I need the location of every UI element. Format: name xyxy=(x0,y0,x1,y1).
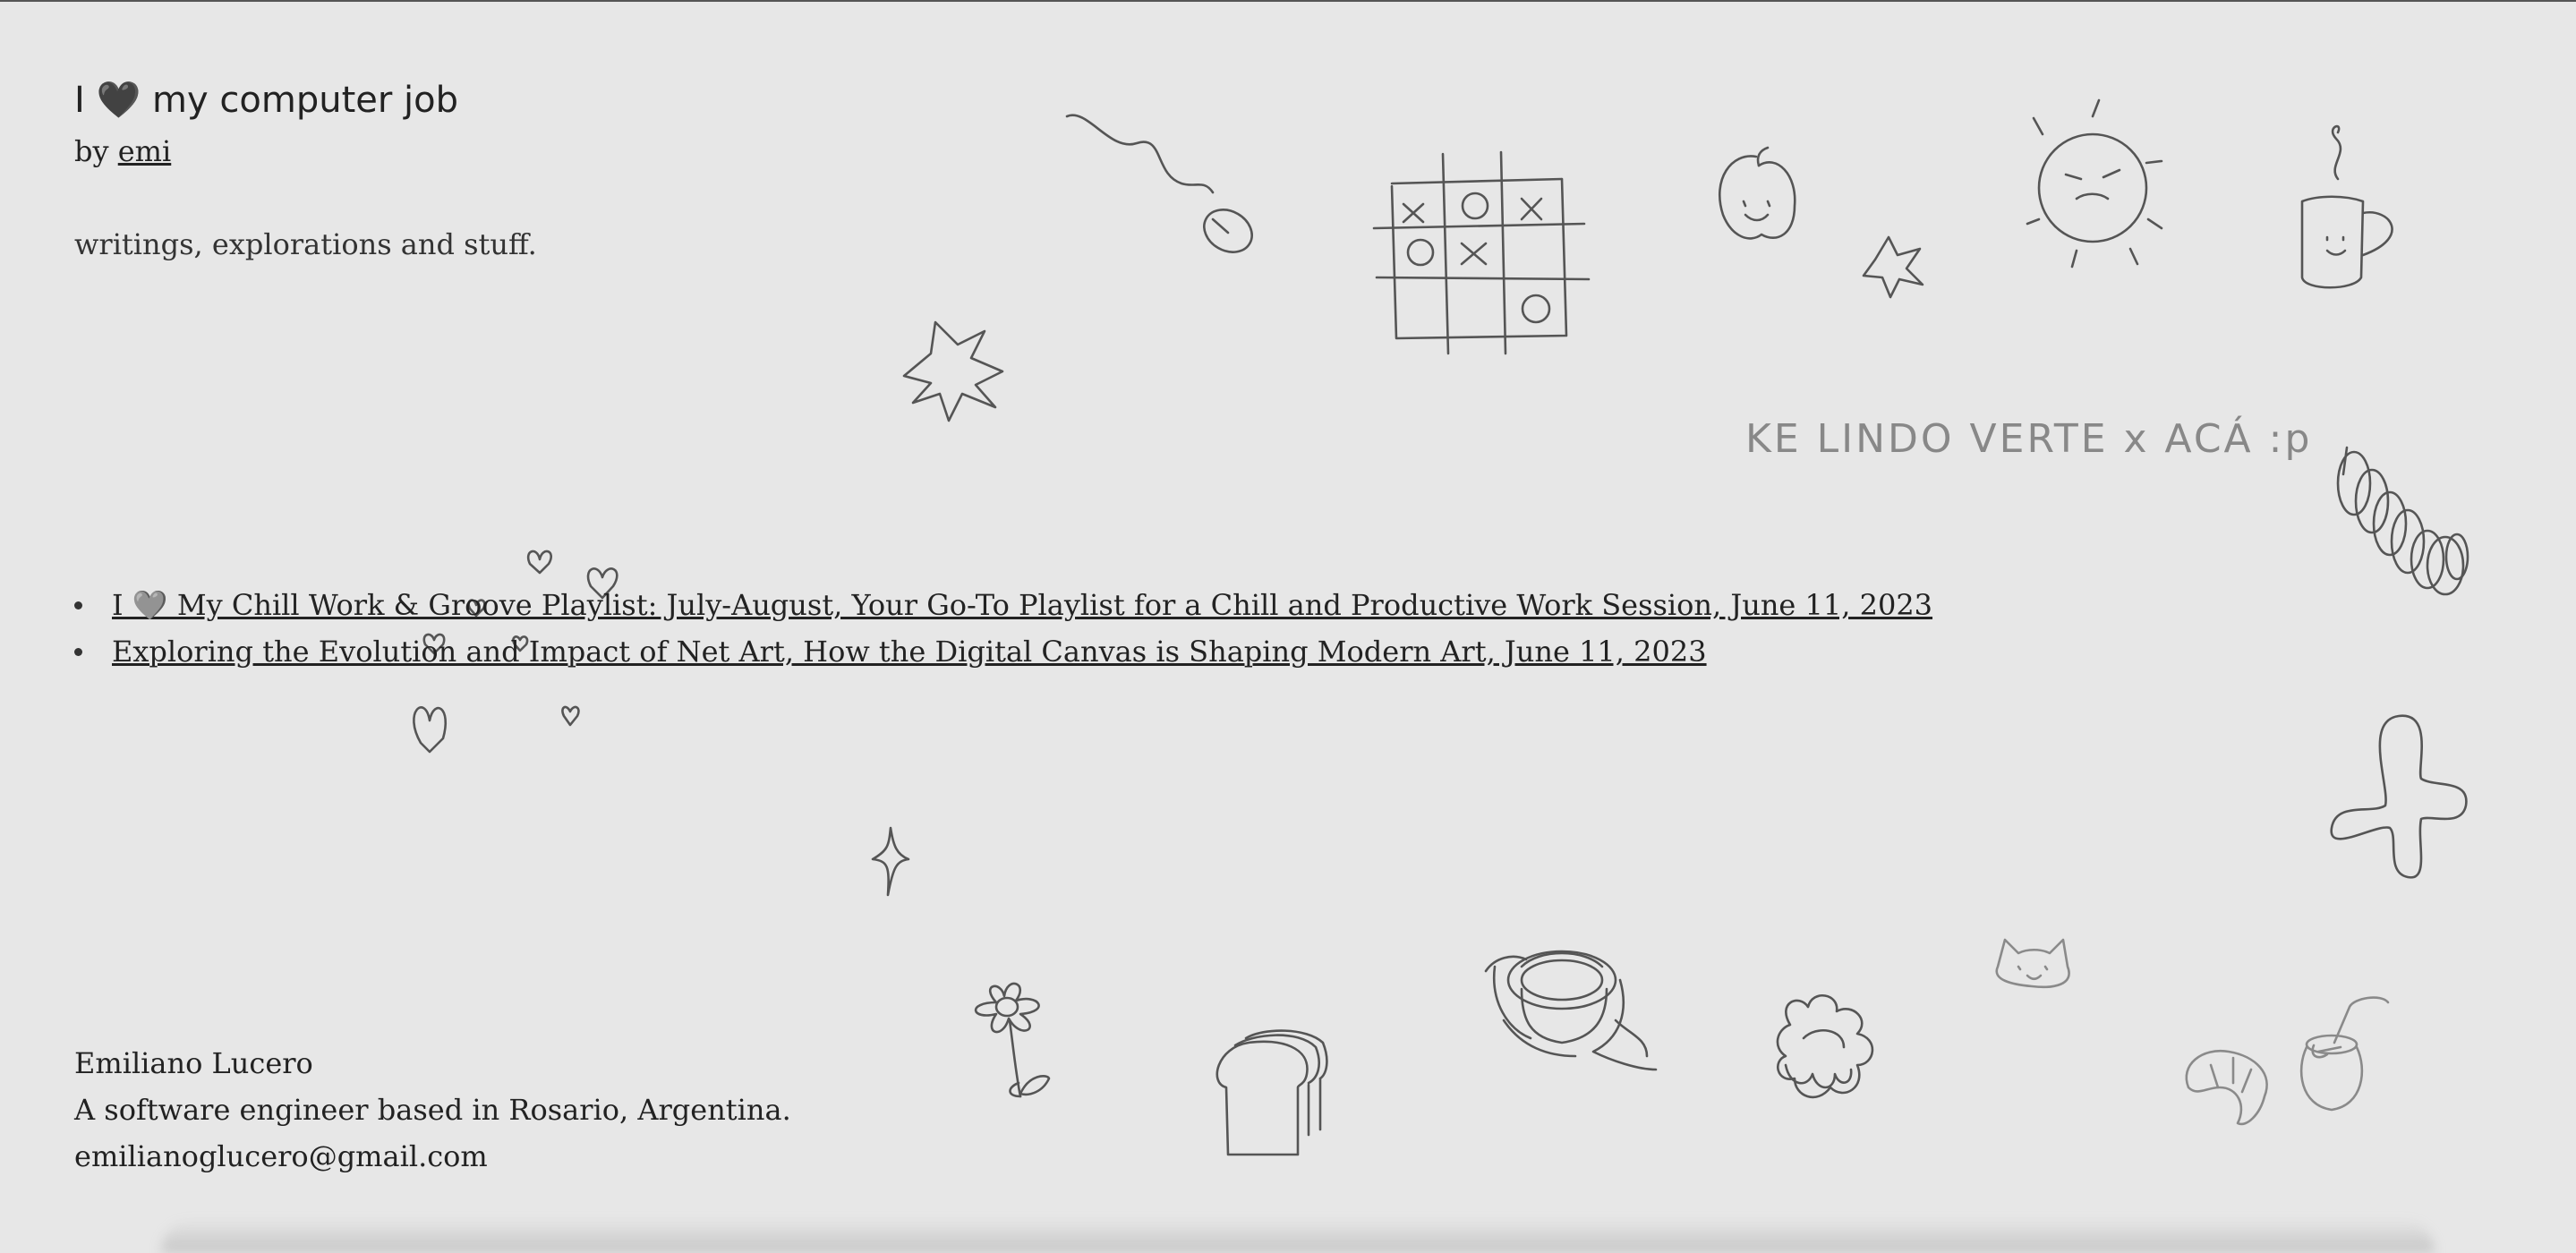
page-title: I 🖤 my computer job xyxy=(74,79,458,121)
rope-basket-doodle xyxy=(1484,950,1658,1071)
list-item: Exploring the Evolution and Impact of Ne… xyxy=(74,628,1932,675)
tagline: writings, explorations and stuff. xyxy=(74,227,537,261)
author-link[interactable]: emi xyxy=(118,134,172,168)
post-link[interactable]: Exploring the Evolution and Impact of Ne… xyxy=(112,635,1707,669)
footer: Emiliano Lucero A software engineer base… xyxy=(74,1040,791,1180)
handwritten-note: KE LINDO VERTE x ACÁ :p xyxy=(1745,414,2312,462)
croissant-doodle xyxy=(2185,1049,2268,1126)
burst-doodle xyxy=(902,320,1004,422)
tic-tac-toe-doodle xyxy=(1372,150,1591,355)
chain-doodle xyxy=(2336,446,2469,596)
apple-doodle xyxy=(1718,146,1796,240)
blob-flower-doodle xyxy=(2330,714,2468,879)
flower-doodle xyxy=(974,982,1051,1098)
footer-bio: A software engineer based in Rosario, Ar… xyxy=(74,1093,791,1127)
post-list: I 🩶 My Chill Work & Groove Playlist: Jul… xyxy=(74,582,1932,675)
cloud-swirl-doodle xyxy=(1776,993,1874,1099)
title-prefix: I xyxy=(74,80,85,121)
mouse-doodle xyxy=(1065,114,1253,253)
bullet-icon xyxy=(74,601,82,609)
cat-doodle xyxy=(1995,938,2070,989)
byline-prefix: by xyxy=(74,134,109,168)
heart-icon: 🖤 xyxy=(96,80,141,121)
bottom-shadow xyxy=(161,1219,2435,1253)
bullet-icon xyxy=(74,648,82,656)
title-suffix: my computer job xyxy=(152,80,458,121)
mate-doodle xyxy=(2299,996,2390,1112)
bread-doodle xyxy=(1215,1029,1328,1156)
footer-name: Emiliano Lucero xyxy=(74,1046,313,1080)
star-doodle xyxy=(1862,235,1924,299)
sparkle-doodle xyxy=(871,826,910,897)
footer-email[interactable]: emilianoglucero@gmail.com xyxy=(74,1133,791,1180)
mug-doodle xyxy=(2300,124,2393,289)
sun-doodle xyxy=(2026,98,2163,268)
post-link[interactable]: I 🩶 My Chill Work & Groove Playlist: Jul… xyxy=(112,588,1932,622)
list-item: I 🩶 My Chill Work & Groove Playlist: Jul… xyxy=(74,582,1932,628)
byline: by emi xyxy=(74,134,171,168)
